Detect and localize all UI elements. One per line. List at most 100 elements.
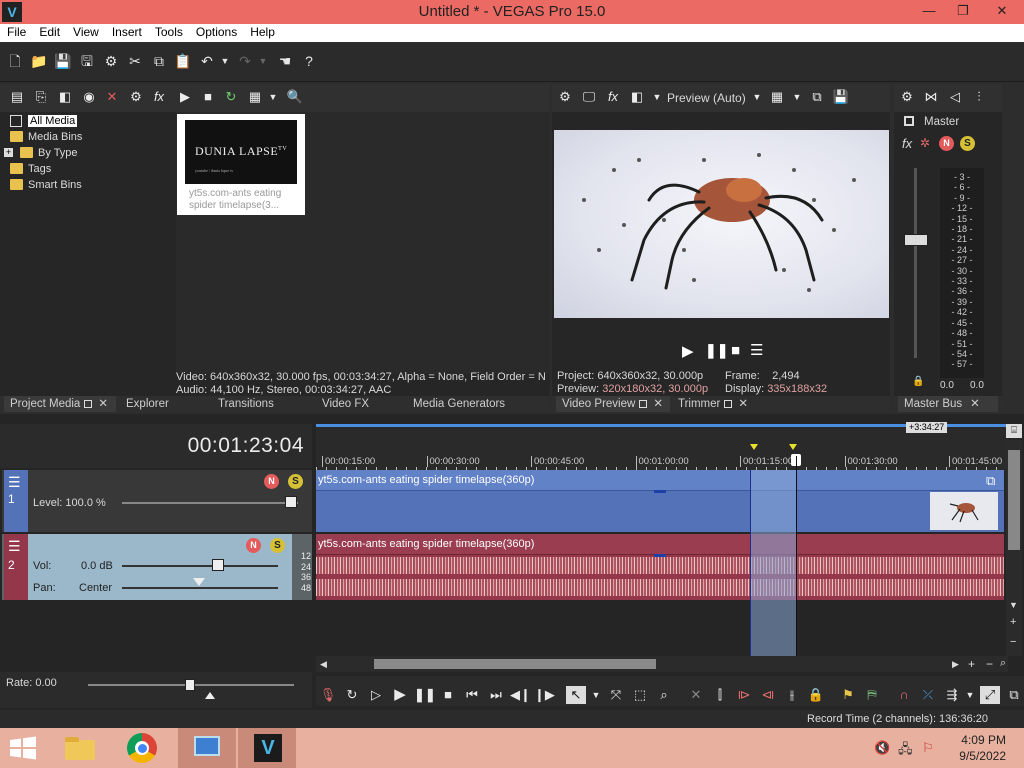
preview-menu-icon[interactable]: ☰ bbox=[750, 341, 766, 359]
timeline-vertical-scrollbar[interactable]: ▼ + − bbox=[1006, 440, 1022, 656]
save-as-icon[interactable]: 🖫 bbox=[78, 52, 96, 70]
insert-region-icon[interactable]: ⛿ bbox=[862, 686, 882, 704]
search-icon[interactable]: 🔍 bbox=[286, 88, 304, 106]
open-icon[interactable]: 📁 bbox=[30, 52, 48, 70]
level-slider-handle[interactable] bbox=[285, 496, 297, 508]
selection-region[interactable] bbox=[750, 470, 796, 656]
video-output-fx-icon[interactable]: fx bbox=[604, 88, 622, 106]
scroll-left-icon[interactable]: ◀ bbox=[320, 659, 327, 670]
preview-quality-dropdown-icon[interactable]: ▼ bbox=[748, 88, 766, 106]
undo-icon[interactable]: ↶ bbox=[198, 52, 216, 70]
edit-tool-dropdown-icon[interactable]: ▼ bbox=[586, 686, 606, 704]
go-to-start-icon[interactable]: ⏮ bbox=[462, 686, 482, 704]
vertical-scroll-thumb[interactable] bbox=[1008, 450, 1020, 550]
preview-properties-icon[interactable]: ⚙ bbox=[556, 88, 574, 106]
maximize-icon[interactable] bbox=[84, 399, 93, 408]
properties-gear-icon[interactable]: ⚙ bbox=[102, 52, 120, 70]
copy-snapshot-icon[interactable]: ⧉ bbox=[808, 88, 826, 106]
tree-item-media-bins[interactable]: Media Bins bbox=[8, 129, 168, 145]
preview-play-icon[interactable]: ▶ bbox=[682, 342, 702, 360]
tree-item-all-media[interactable]: All Media bbox=[8, 113, 168, 129]
trim-start-icon[interactable]: ⧐ bbox=[734, 686, 754, 704]
mute-icon[interactable]: N bbox=[246, 538, 261, 553]
solo-icon[interactable]: S bbox=[960, 136, 975, 151]
master-checkbox[interactable] bbox=[904, 116, 914, 126]
zoom-edit-tool-icon[interactable]: ⌕ bbox=[654, 686, 674, 704]
restore-button[interactable]: ❐ bbox=[946, 0, 980, 22]
master-fader-handle[interactable] bbox=[904, 234, 928, 246]
timeline-horizontal-scrollbar[interactable]: ◀ ▶ + − ⌕ bbox=[316, 656, 1008, 672]
start-button[interactable] bbox=[8, 736, 38, 760]
tab-explorer[interactable]: Explorer bbox=[126, 396, 169, 412]
preview-quality[interactable]: Preview (Auto) bbox=[667, 91, 746, 105]
paste-icon[interactable]: 📋 bbox=[174, 52, 192, 70]
snapping-magnet-icon[interactable]: ∩ bbox=[894, 686, 914, 704]
selection-tool-icon[interactable]: ⬚ bbox=[630, 686, 650, 704]
network-icon[interactable]: 🖧 bbox=[898, 740, 913, 762]
menu-help[interactable]: Help bbox=[243, 24, 281, 39]
rate-reset-marker-icon[interactable] bbox=[205, 692, 215, 699]
tab-transitions[interactable]: Transitions bbox=[218, 396, 274, 412]
auto-crossfade-icon[interactable]: ⤫ bbox=[918, 686, 938, 704]
envelope-tool-icon[interactable]: ⤧ bbox=[606, 686, 626, 704]
overlays-grid-icon[interactable]: ▦ bbox=[768, 88, 786, 106]
media-stop-icon[interactable]: ■ bbox=[199, 88, 217, 106]
device-output-icon[interactable]: 🖵 bbox=[580, 88, 598, 106]
trim-icon[interactable]: ⫿ bbox=[710, 686, 730, 704]
zoom-in-vertical-icon[interactable]: + bbox=[1010, 616, 1016, 628]
dim-output-icon[interactable]: ◁ bbox=[946, 88, 964, 106]
close-icon[interactable]: ✕ bbox=[98, 398, 108, 410]
tab-media-generators[interactable]: Media Generators bbox=[413, 396, 505, 412]
video-clip[interactable]: yt5s.com-ants eating spider timelapse(36… bbox=[316, 470, 1004, 532]
zoom-tool-icon[interactable]: ⌕ bbox=[1000, 657, 1006, 670]
preview-pause-icon[interactable]: ❚❚ bbox=[705, 342, 728, 360]
save-snapshot-icon[interactable]: 💾 bbox=[832, 88, 850, 106]
play-from-start-icon[interactable]: ▷ bbox=[366, 686, 386, 704]
normal-edit-tool-icon[interactable]: ↖ bbox=[566, 686, 586, 704]
close-icon[interactable]: ✕ bbox=[738, 398, 748, 410]
play-icon[interactable]: ▶ bbox=[390, 686, 410, 704]
new-project-icon[interactable]: 🗋 bbox=[6, 52, 24, 70]
cut-icon[interactable]: ✂ bbox=[126, 52, 144, 70]
menu-options[interactable]: Options bbox=[189, 24, 243, 39]
media-thumbnail[interactable]: DUNIA LAPSETV youtube / dunia lapse tv y… bbox=[177, 114, 305, 215]
menu-file[interactable]: File bbox=[0, 24, 32, 39]
tab-video-preview[interactable]: Video Preview ✕ bbox=[556, 396, 670, 412]
preview-stop-icon[interactable]: ■ bbox=[731, 342, 747, 360]
menu-insert[interactable]: Insert bbox=[105, 24, 148, 39]
get-media-icon[interactable]: ◉ bbox=[80, 88, 98, 106]
redo-icon[interactable]: ↷ bbox=[236, 52, 254, 70]
lock-icon[interactable]: 🔒 bbox=[912, 376, 924, 387]
trim-end-icon[interactable]: ⧏ bbox=[758, 686, 778, 704]
split-icon[interactable]: ⫲ bbox=[782, 686, 802, 704]
auto-preview-icon[interactable]: ↻ bbox=[222, 88, 240, 106]
menu-edit[interactable]: Edit bbox=[32, 24, 66, 39]
mixer-icon[interactable]: ⫶ bbox=[970, 88, 988, 106]
control-panel-taskbar-button[interactable] bbox=[178, 728, 236, 768]
selection-end-marker-icon[interactable] bbox=[789, 444, 797, 450]
vol-slider-handle[interactable] bbox=[212, 559, 224, 571]
taskbar-clock[interactable]: 4:09 PM 9/5/2022 bbox=[946, 732, 1006, 764]
zoom-out-icon[interactable]: − bbox=[986, 657, 993, 671]
scroll-down-icon[interactable]: ▼ bbox=[1009, 600, 1018, 610]
zoom-out-vertical-icon[interactable]: − bbox=[1010, 636, 1016, 648]
pan-slider-handle[interactable] bbox=[193, 578, 205, 586]
maximize-icon[interactable] bbox=[724, 399, 733, 408]
delete-icon[interactable]: ✕ bbox=[686, 686, 706, 704]
selection-start-marker-icon[interactable] bbox=[750, 444, 758, 450]
lock-event-icon[interactable]: 🔒 bbox=[806, 686, 826, 704]
copy-icon[interactable]: ⧉ bbox=[150, 52, 168, 70]
go-to-end-icon[interactable]: ⏭ bbox=[486, 686, 506, 704]
loop-playback-icon[interactable]: ↻ bbox=[342, 686, 362, 704]
maximize-icon[interactable] bbox=[639, 399, 648, 408]
action-center-icon[interactable]: ⚐ bbox=[922, 740, 934, 756]
mute-icon[interactable]: N bbox=[939, 136, 954, 151]
tab-project-media[interactable]: Project Media ✕ bbox=[4, 396, 116, 412]
menu-tools[interactable]: Tools bbox=[148, 24, 189, 39]
downmix-icon[interactable]: ⋈ bbox=[922, 88, 940, 106]
close-icon[interactable]: ✕ bbox=[970, 398, 980, 410]
extract-audio-icon[interactable]: ◧ bbox=[56, 88, 74, 106]
close-button[interactable]: ✕ bbox=[980, 0, 1024, 22]
tree-item-by-type[interactable]: + By Type bbox=[4, 145, 168, 161]
lock-envelopes-icon[interactable]: ⤢ bbox=[980, 686, 1000, 704]
